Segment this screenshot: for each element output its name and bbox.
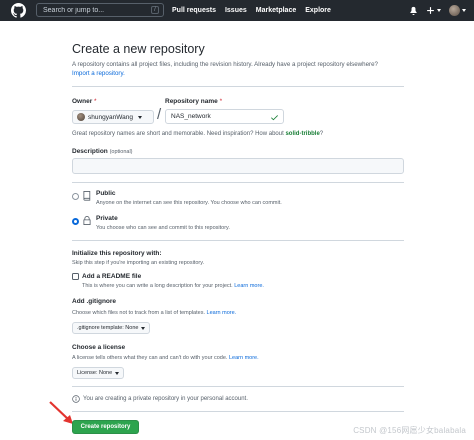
owner-value: shungyanWang — [88, 113, 133, 121]
lock-icon — [83, 216, 91, 225]
public-title: Public — [96, 190, 116, 197]
readme-desc-text: This is where you can write a long descr… — [82, 283, 233, 289]
gitignore-title: Add .gitignore — [72, 298, 117, 305]
owner-avatar — [77, 113, 85, 121]
readme-checkbox[interactable] — [72, 273, 79, 280]
license-select-label: License: None — [77, 370, 113, 376]
required-mark: * — [94, 98, 97, 105]
license-learn-more-link[interactable]: Learn more. — [229, 355, 259, 361]
repo-name-label: Repository name * — [165, 98, 222, 105]
hint-end: ? — [319, 131, 324, 137]
description-label: Description (optional) — [72, 148, 133, 155]
create-repository-button[interactable]: Create repository — [72, 420, 139, 434]
top-right-actions — [409, 0, 466, 21]
initialize-title: Initialize this repository with: — [72, 250, 162, 257]
readme-label[interactable]: Add a README file — [82, 273, 141, 280]
required-mark: * — [219, 98, 223, 105]
initialize-description: Skip this step if you're importing an ex… — [72, 260, 205, 266]
owner-repo-separator: / — [157, 106, 162, 123]
top-nav-links: Pull requests Issues Marketplace Explore — [172, 0, 331, 21]
check-icon — [271, 115, 278, 121]
gitignore-template-select[interactable]: .gitignore template: None — [72, 322, 151, 334]
private-description: You choose who can see and commit to thi… — [96, 225, 230, 231]
readme-learn-more-link[interactable]: Learn more. — [234, 283, 264, 289]
public-description: Anyone on the internet can see this repo… — [96, 200, 282, 206]
chevron-down-icon — [141, 326, 146, 330]
create-new-menu[interactable] — [426, 6, 441, 15]
repo-name-field[interactable] — [165, 109, 284, 124]
gitignore-desc-text: Choose which files not to track from a l… — [72, 310, 205, 316]
description-input[interactable] — [72, 158, 404, 174]
chevron-down-icon — [462, 9, 466, 12]
divider — [72, 411, 404, 412]
chevron-down-icon — [137, 115, 142, 119]
plus-icon — [427, 7, 434, 14]
gitignore-description: Choose which files not to track from a l… — [72, 310, 236, 316]
license-description: A license tells others what they can and… — [72, 355, 259, 361]
divider — [72, 240, 404, 241]
nav-issues[interactable]: Issues — [225, 7, 247, 14]
description-label-text: Description — [72, 148, 108, 155]
license-desc-text: A license tells others what they can and… — [72, 355, 228, 361]
user-menu[interactable] — [449, 5, 466, 16]
nav-pull-requests[interactable]: Pull requests — [172, 7, 216, 14]
private-info-text: You are creating a private repository in… — [83, 396, 248, 402]
gitignore-learn-more-link[interactable]: Learn more. — [207, 310, 237, 316]
name-suggestion-link[interactable]: solid-tribble — [285, 131, 319, 137]
github-logo-icon[interactable] — [11, 3, 26, 18]
divider — [72, 86, 404, 87]
chevron-down-icon — [437, 9, 441, 12]
private-info-line: You are creating a private repository in… — [72, 395, 248, 403]
owner-label: Owner * — [72, 98, 97, 105]
readme-description: This is where you can write a long descr… — [82, 283, 264, 289]
nav-explore[interactable]: Explore — [305, 7, 331, 14]
optional-mark: (optional) — [109, 149, 133, 155]
repo-name-label-text: Repository name — [165, 98, 218, 105]
repo-name-input[interactable] — [171, 113, 271, 120]
top-navigation-bar: / Pull requests Issues Marketplace Explo… — [0, 0, 474, 21]
owner-select[interactable]: shungyanWang — [72, 110, 154, 124]
gitignore-select-label: .gitignore template: None — [77, 325, 139, 331]
page-subtitle: A repository contains all project files,… — [72, 60, 412, 78]
divider — [72, 386, 404, 387]
owner-label-text: Owner — [72, 98, 93, 105]
divider — [72, 182, 404, 183]
page-title: Create a new repository — [72, 42, 205, 56]
hint-text: Great repository names are short and mem… — [72, 131, 284, 137]
chevron-down-icon — [115, 371, 120, 375]
csdn-watermark: CSDN @156网扈少女balabala — [353, 426, 466, 435]
bell-icon[interactable] — [409, 6, 418, 15]
repo-name-hint: Great repository names are short and mem… — [72, 131, 323, 137]
search-shortcut-key: / — [151, 6, 159, 14]
nav-marketplace[interactable]: Marketplace — [256, 7, 296, 14]
search-input[interactable] — [43, 6, 151, 14]
public-radio[interactable] — [72, 193, 79, 200]
private-title: Private — [96, 215, 118, 222]
license-select[interactable]: License: None — [72, 367, 125, 379]
avatar — [449, 5, 460, 16]
license-title: Choose a license — [72, 344, 126, 351]
repo-book-icon — [83, 191, 91, 201]
subtitle-text: A repository contains all project files,… — [72, 61, 378, 68]
import-repository-link[interactable]: Import a repository. — [72, 70, 125, 77]
search-box[interactable]: / — [36, 3, 164, 17]
private-radio[interactable] — [72, 218, 79, 225]
